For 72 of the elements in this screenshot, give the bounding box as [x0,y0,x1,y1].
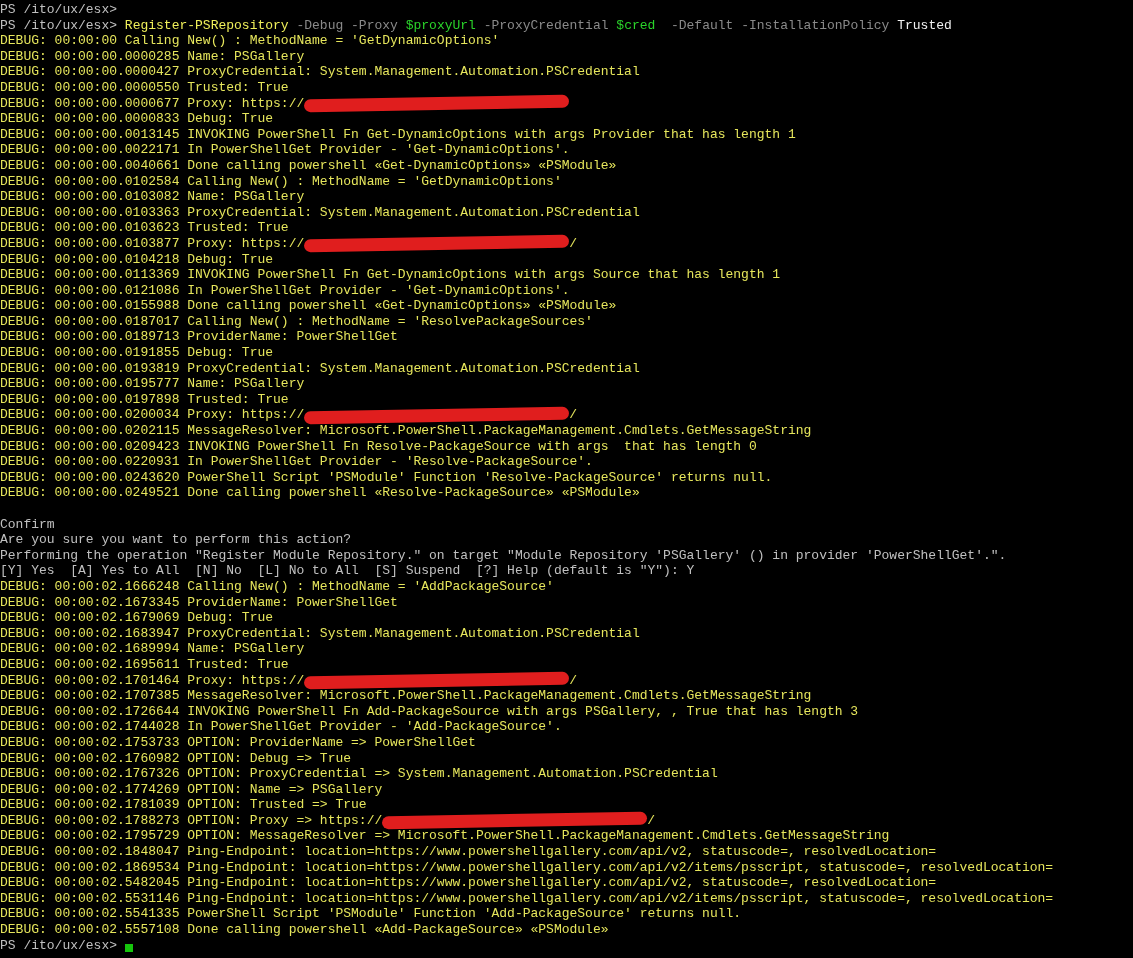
debug-line: DEBUG: 00:00:00.0191855 Debug: True [0,345,275,361]
debug-line-end: / [569,672,578,689]
debug-line: DEBUG: 00:00:02.1726644 INVOKING PowerShell Fn Add-PackageSource with args PSGallery, , True that has length 3 [0,703,860,720]
debug-line: DEBUG: 00:00:02.1795729 OPTION: MessageResolver => Microsoft.PowerShell.PackageManagement.Cmdlets.GetMessageString [0,828,891,845]
debug-line: DEBUG: 00:00:00.0040661 Done calling powershell «Get-DynamicOptions» «PSModule» [0,157,618,174]
debug-line: DEBUG: 00:00:00.0000550 Trusted: True [0,79,290,96]
debug-line: DEBUG: 00:00:00.0209423 INVOKING PowerShell Fn Resolve-PackageSource with args that has length 0 [0,438,758,455]
debug-line: DEBUG: 00:00:00.0197898 Trusted: True [0,391,290,408]
debug-line: DEBUG: 00:00:00.0121086 In PowerShellGet Provider - 'Get-DynamicOptions'. [0,282,571,299]
terminal-line: [Y] Yes [A] Yes to All [N] No [L] No to All [S] Suspend [?] Help (default is "Y"): Y [0,563,696,579]
debug-line: DEBUG: 00:00:00.0102584 Calling New() : MethodName = 'GetDynamicOptions' [0,173,563,190]
terminal-line: Are you sure you want to perform this action? [0,532,353,548]
debug-line: DEBUG: 00:00:02.1774269 OPTION: Name => PSGallery [0,781,384,798]
debug-line: DEBUG: 00:00:00.0022171 In PowerShellGet Provider - 'Get-DynamicOptions'. [0,142,571,158]
prompt-text: PS /ito/ux/esx> [0,17,119,34]
debug-line: DEBUG: 00:00:00.0103877 Proxy: https:// [0,235,305,252]
debug-line: DEBUG: 00:00:00.0000427 ProxyCredential: System.Management.Automation.PSCredential [0,64,641,80]
debug-line: DEBUG: 00:00:00.0189713 ProviderName: PowerShellGet [0,329,399,346]
debug-line: DEBUG: 00:00:02.1689994 Name: PSGallery [0,641,306,657]
debug-line: DEBUG: 00:00:02.1760982 OPTION: Debug => True [0,750,353,767]
variable-name: $cred [616,17,656,34]
debug-line: DEBUG: 00:00:02.5557108 Done calling powershell «Add-PackageSource» «PSModule» [0,922,610,938]
parameter-text: -Debug -Proxy [295,17,399,34]
debug-line: DEBUG: 00:00:00.0243620 PowerShell Script 'PSModule' Function 'Resolve-PackageSource' returns null. [0,469,774,486]
text-cursor [124,944,133,953]
debug-line: DEBUG: 00:00:00.0000677 Proxy: https:// [0,95,305,112]
debug-line: DEBUG: 00:00:02.1683947 ProxyCredential: System.Management.Automation.PSCredential [0,625,641,642]
prompt-text: PS /ito/ux/esx> [0,937,119,954]
debug-line-end: / [647,812,656,829]
debug-line: DEBUG: 00:00:02.1666248 Calling New() : MethodName = 'AddPackageSource' [0,578,555,595]
debug-line: DEBUG: 00:00:00.0113369 INVOKING PowerShell Fn Get-DynamicOptions with args Source that has length 1 [0,267,782,283]
debug-line: DEBUG: 00:00:00.0000833 Debug: True [0,111,275,127]
debug-line: DEBUG: 00:00:02.1679069 Debug: True [0,610,275,626]
debug-line: DEBUG: 00:00:00.0202115 MessageResolver: Microsoft.PowerShell.PackageManagement.Cmdlets.GetMessageString [0,423,813,439]
cmdlet-name: Register-PSRepository [124,17,289,34]
debug-line: DEBUG: 00:00:00.0104218 Debug: True [0,251,275,268]
debug-line: DEBUG: 00:00:02.1673345 ProviderName: PowerShellGet [0,594,399,611]
debug-line: DEBUG: 00:00:02.1753733 OPTION: ProviderName => PowerShellGet [0,734,477,751]
debug-line-end: / [569,235,578,252]
variable-name: $proxyUrl [405,17,476,34]
debug-line: DEBUG: 00:00:02.1767326 OPTION: ProxyCredential => System.Management.Automation.PSCredential [0,766,719,782]
debug-line: DEBUG: 00:00:00 Calling New() : MethodName = 'GetDynamicOptions' [0,33,501,49]
debug-line: DEBUG: 00:00:00.0200034 Proxy: https:// [0,407,305,424]
debug-line: DEBUG: 00:00:02.5541335 PowerShell Script 'PSModule' Function 'Add-PackageSource' returns null. [0,906,743,923]
debug-line: DEBUG: 00:00:00.0195777 Name: PSGallery [0,376,306,392]
debug-line: DEBUG: 00:00:00.0013145 INVOKING PowerShell Fn Get-DynamicOptions with args Provider that has length 1 [0,126,797,143]
terminal-line: PS /ito/ux/esx> [0,2,119,18]
debug-line-end: / [569,407,578,424]
debug-line: DEBUG: 00:00:02.5482045 Ping-Endpoint: location=https://www.powershellgallery.com/api/v2, statuscode=, resolvedLocation= [0,875,938,891]
debug-line: DEBUG: 00:00:00.0103363 ProxyCredential: System.Management.Automation.PSCredential [0,204,641,221]
debug-line: DEBUG: 00:00:00.0193819 ProxyCredential: System.Management.Automation.PSCredential [0,360,641,377]
debug-line: DEBUG: 00:00:00.0103082 Name: PSGallery [0,189,306,205]
debug-line: DEBUG: 00:00:00.0220931 In PowerShellGet Provider - 'Resolve-PackageSource'. [0,454,594,470]
debug-line: DEBUG: 00:00:02.1781039 OPTION: Trusted => True [0,797,368,813]
debug-line: DEBUG: 00:00:02.1744028 In PowerShellGet Provider - 'Add-PackageSource'. [0,719,563,735]
debug-line: DEBUG: 00:00:00.0103623 Trusted: True [0,220,290,236]
debug-line: DEBUG: 00:00:00.0187017 Calling New() : MethodName = 'ResolvePackageSources' [0,313,594,330]
debug-line: DEBUG: 00:00:02.1695611 Trusted: True [0,656,290,673]
debug-line: DEBUG: 00:00:02.1869534 Ping-Endpoint: location=https://www.powershellgallery.com/api/v2/items/psscript, statuscode=, resolvedLocation= [0,859,1055,876]
debug-line: DEBUG: 00:00:02.1788273 OPTION: Proxy => https:// [0,812,383,829]
parameter-text: -ProxyCredential [482,17,610,34]
terminal-line: Confirm [0,516,56,533]
debug-line: DEBUG: 00:00:00.0155988 Done calling powershell «Get-DynamicOptions» «PSModule» [0,298,618,314]
debug-line: DEBUG: 00:00:02.5531146 Ping-Endpoint: location=https://www.powershellgallery.com/api/v2/items/psscript, statuscode=, resolvedLocation= [0,890,1055,907]
debug-line: DEBUG: 00:00:02.1701464 Proxy: https:// [0,672,305,689]
debug-line: DEBUG: 00:00:02.1707385 MessageResolver: Microsoft.PowerShell.PackageManagement.Cmdlets.GetMessageString [0,688,813,704]
terminal-line: Performing the operation "Register Module Repository." on target "Module Repository 'PSGallery' () in provider 'PowerShellGet'.". [0,547,1008,564]
debug-line: DEBUG: 00:00:02.1848047 Ping-Endpoint: location=https://www.powershellgallery.com/api/v2, statuscode=, resolvedLocation= [0,844,938,860]
parameter-text: -Default -InstallationPolicy [669,17,891,34]
debug-line: DEBUG: 00:00:00.0249521 Done calling powershell «Resolve-PackageSource» «PSModule» [0,485,641,501]
parameter-value: Trusted [897,17,952,34]
debug-line: DEBUG: 00:00:00.0000285 Name: PSGallery [0,48,306,65]
